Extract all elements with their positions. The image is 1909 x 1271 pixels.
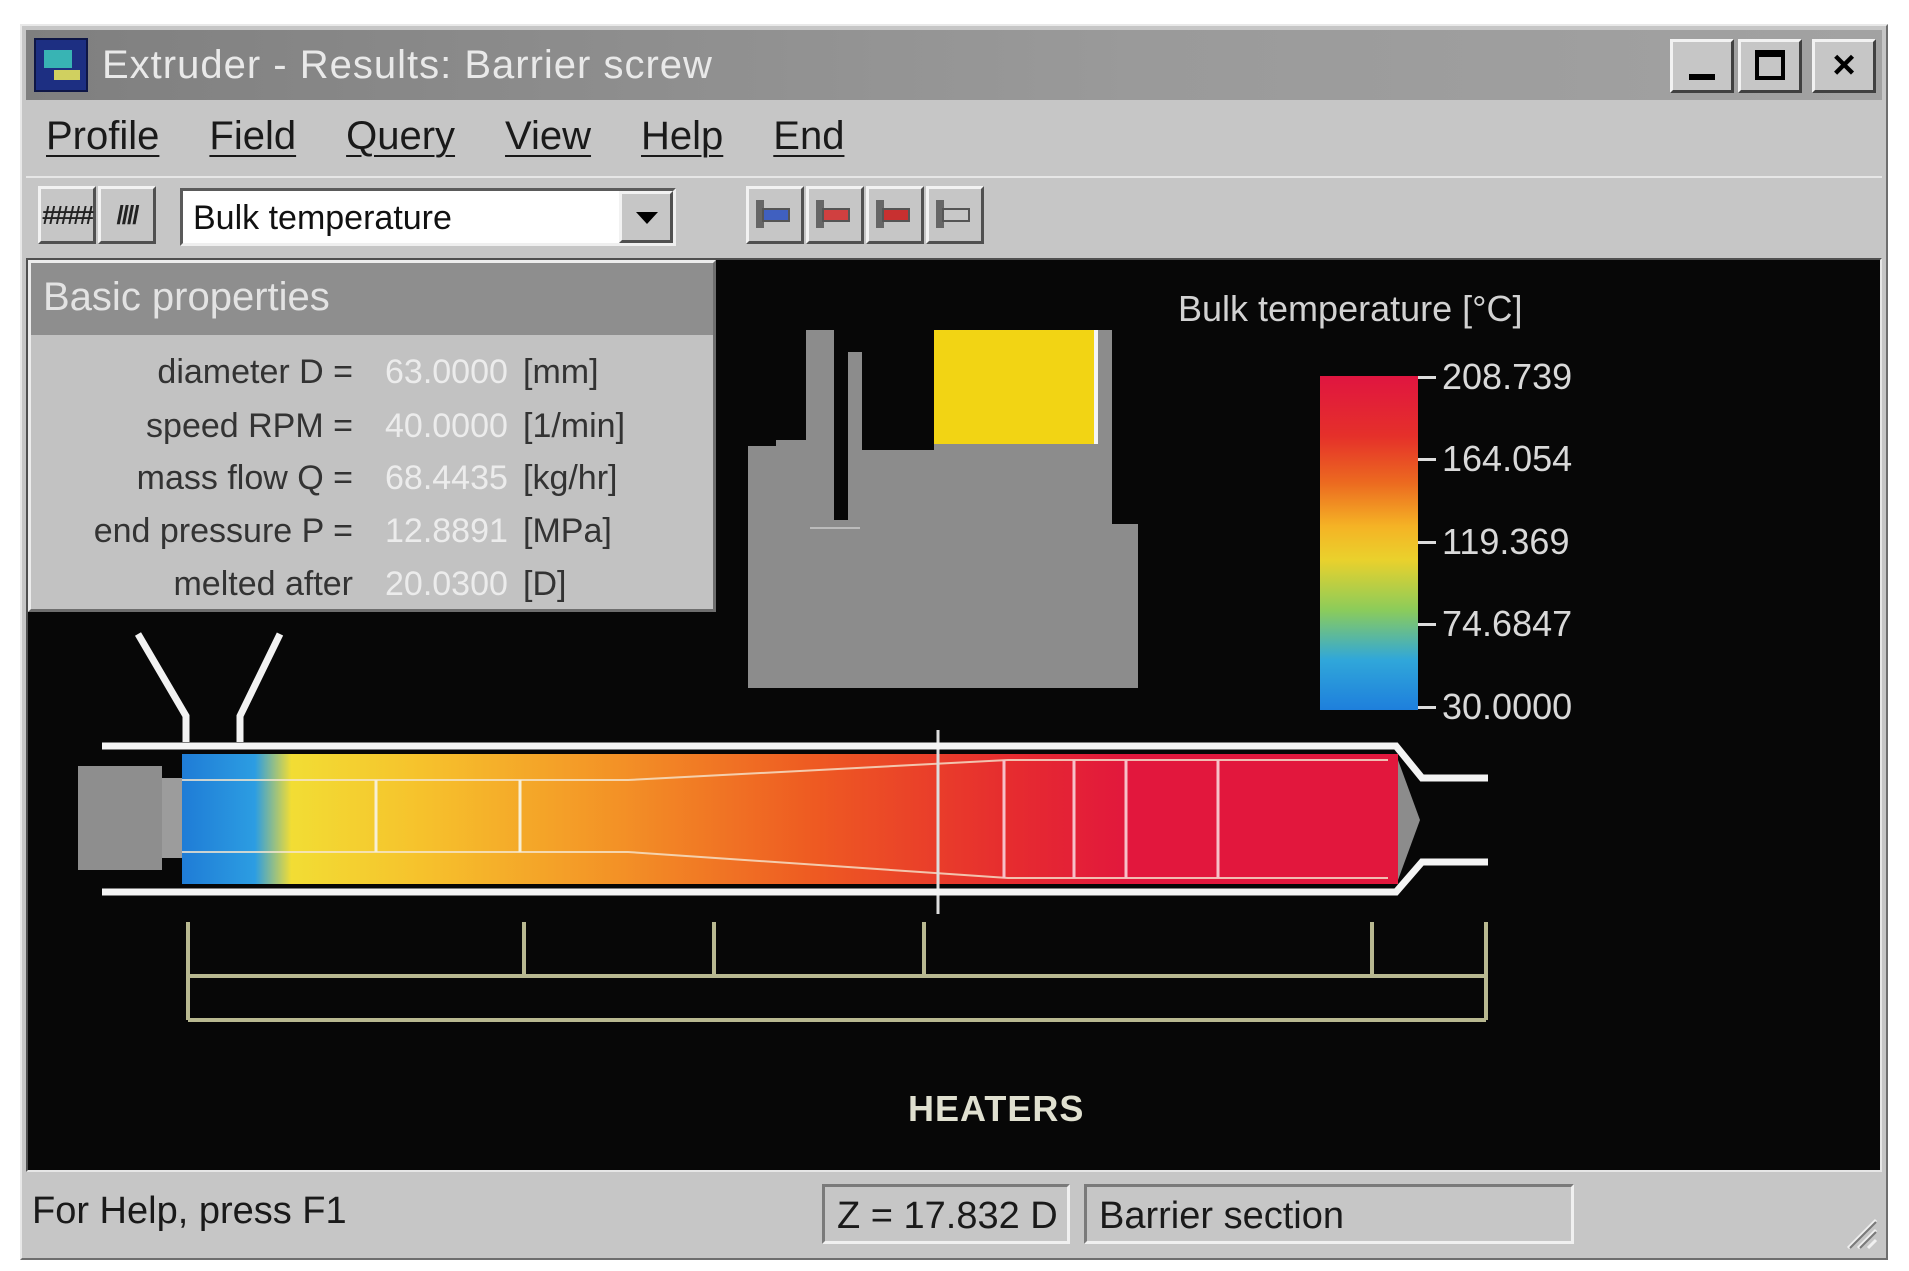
toolbar: #### //// Bulk temperature (26, 176, 1882, 254)
barrel-melt-fill (182, 754, 1398, 884)
property-value: 63.0000 (385, 353, 508, 391)
window-controls: × (1670, 39, 1876, 93)
screw-arrow-icon (936, 200, 974, 230)
status-bar: For Help, press F1 Z = 17.832 D Barrier … (26, 1176, 1882, 1254)
property-unit: [kg/hr] (523, 459, 618, 497)
property-unit: [mm] (523, 353, 599, 391)
resize-grip-icon[interactable] (1842, 1214, 1878, 1250)
property-label: speed RPM = (146, 407, 353, 445)
screw-fill-icon (876, 200, 914, 230)
property-unit: [MPa] (523, 512, 612, 550)
legend-tick (1418, 458, 1436, 461)
fill-view-button[interactable] (866, 186, 924, 244)
property-value: 68.4435 (385, 459, 508, 497)
window-title: Extruder - Results: Barrier screw (102, 42, 713, 87)
property-value: 20.0300 (385, 565, 508, 603)
extruder-barrel-diagram (78, 632, 1488, 1022)
maximize-button[interactable] (1738, 39, 1802, 93)
hopper-right-wall (236, 632, 284, 742)
grid-skew-icon: //// (116, 199, 140, 230)
flow-view-button[interactable] (926, 186, 984, 244)
legend-title: Bulk temperature [°C] (1178, 288, 1523, 329)
grid-button[interactable]: #### (38, 186, 96, 244)
minimize-button[interactable] (1670, 39, 1734, 93)
panel-title: Basic properties (31, 263, 713, 335)
app-icon[interactable] (34, 38, 88, 92)
app-window: Extruder - Results: Barrier screw × Prof… (20, 24, 1888, 1260)
menu-bar: Profile Field Query View Help End (26, 104, 1882, 168)
menu-help[interactable]: Help (641, 114, 723, 159)
die-tip (1398, 760, 1420, 880)
status-section: Barrier section (1084, 1184, 1574, 1244)
close-button[interactable]: × (1812, 39, 1876, 93)
menu-view[interactable]: View (505, 114, 591, 159)
screw-section-icon (756, 200, 794, 230)
property-row: mass flow Q = 68.4435 [kg/hr] (31, 453, 713, 505)
title-bar[interactable]: Extruder - Results: Barrier screw × (26, 30, 1882, 100)
grid-icon: #### (42, 199, 94, 230)
profile-view-button[interactable] (806, 186, 864, 244)
motor-drive (78, 766, 162, 870)
menu-field[interactable]: Field (209, 114, 296, 159)
property-label: melted after (173, 565, 353, 603)
legend-label: 119.369 (1442, 521, 1570, 562)
results-view[interactable]: Basic properties diameter D = 63.0000 [m… (26, 258, 1882, 1172)
legend-label: 164.054 (1442, 438, 1573, 479)
menu-end[interactable]: End (773, 114, 844, 159)
minimize-icon (1689, 74, 1715, 80)
basic-properties-panel: Basic properties diameter D = 63.0000 [m… (28, 260, 716, 612)
property-value: 40.0000 (385, 407, 508, 445)
status-position: Z = 17.832 D (822, 1184, 1070, 1244)
property-value: 12.8891 (385, 512, 508, 550)
screw-profile-icon (816, 200, 854, 230)
menu-query[interactable]: Query (346, 114, 455, 159)
field-select[interactable]: Bulk temperature (180, 188, 676, 246)
chevron-down-icon[interactable] (619, 191, 673, 243)
melt-pool (934, 330, 1096, 444)
legend-label: 208.739 (1442, 356, 1573, 397)
close-icon: × (1832, 43, 1856, 87)
legend-tick (1418, 376, 1436, 379)
property-unit: [1/min] (523, 407, 626, 445)
property-label: end pressure P = (93, 512, 353, 550)
section-view-button[interactable] (746, 186, 804, 244)
legend-tick (1418, 541, 1436, 544)
property-row: speed RPM = 40.0000 [1/min] (31, 401, 713, 453)
field-select-value: Bulk temperature (193, 199, 452, 237)
maximize-icon (1755, 50, 1785, 80)
property-row: diameter D = 63.0000 [mm] (31, 347, 713, 399)
heaters-label: HEATERS (908, 1088, 1085, 1129)
legend-tick (1418, 623, 1436, 626)
property-label: mass flow Q = (136, 459, 353, 497)
drive-shaft (162, 778, 182, 858)
property-unit: [D] (523, 565, 567, 603)
grid-skew-button[interactable]: //// (98, 186, 156, 244)
hopper-left-wall (134, 632, 190, 742)
property-label: diameter D = (157, 353, 353, 391)
status-help-text: For Help, press F1 (32, 1190, 347, 1232)
property-row: end pressure P = 12.8891 [MPa] (31, 506, 713, 558)
property-row: melted after 20.0300 [D] (31, 559, 713, 611)
menu-profile[interactable]: Profile (46, 114, 159, 159)
